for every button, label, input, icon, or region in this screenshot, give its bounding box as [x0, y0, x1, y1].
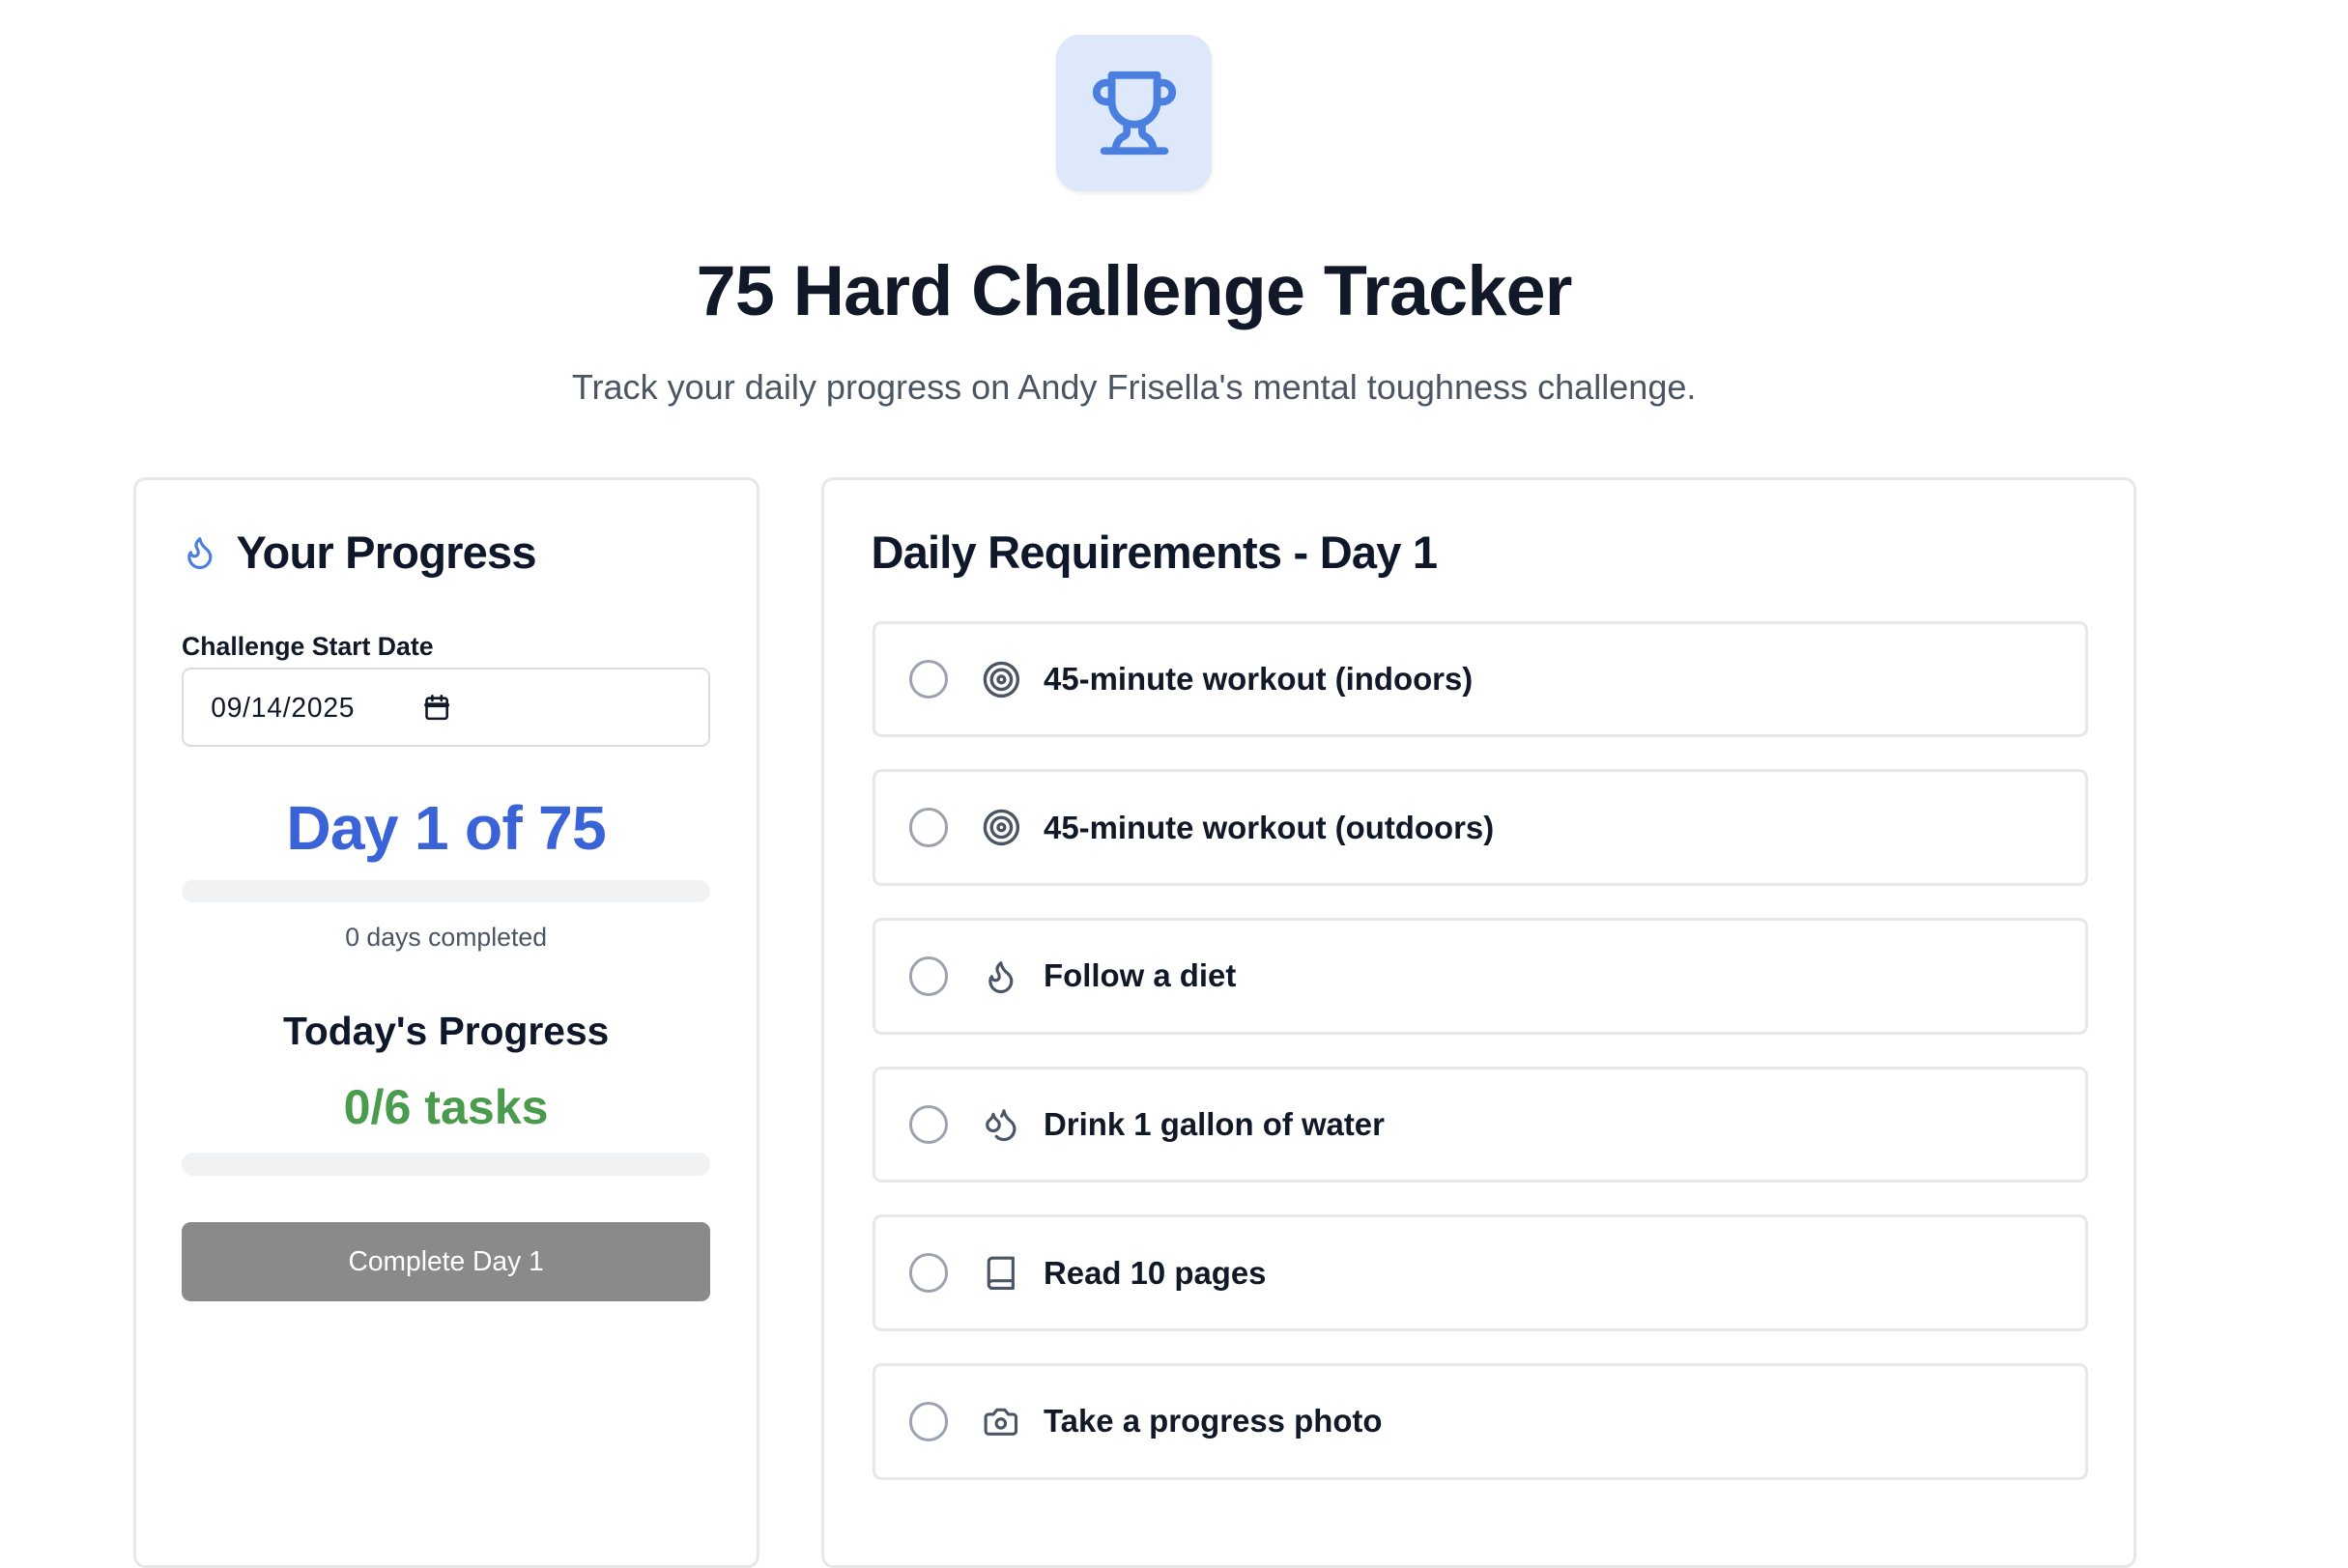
task-item-photo[interactable]: Take a progress photo	[873, 1363, 2088, 1480]
calendar-icon[interactable]	[423, 694, 450, 721]
days-completed-text: 0 days completed	[345, 922, 548, 952]
requirements-card: Daily Requirements - Day 1 45-minute wor…	[820, 476, 2136, 1568]
task-label: 45-minute workout (outdoors)	[1044, 809, 1495, 845]
today-progress-heading: Today's Progress	[282, 1009, 610, 1054]
task-checkbox[interactable]	[908, 1402, 949, 1441]
flame-icon	[988, 960, 1014, 993]
task-item-diet[interactable]: Follow a diet	[873, 918, 2088, 1035]
requirements-heading: Daily Requirements - Day 1	[871, 526, 1438, 578]
camera-icon	[984, 1408, 1018, 1436]
challenge-progress-bar	[182, 879, 711, 903]
task-checkbox[interactable]	[908, 1104, 949, 1145]
task-item-workout-outdoors[interactable]: 45-minute workout (outdoors)	[873, 769, 2088, 887]
start-date-value: 09/14/2025	[211, 691, 356, 723]
progress-heading: Your Progress	[182, 523, 537, 584]
today-progress-bar	[182, 1153, 711, 1176]
task-checkbox[interactable]	[908, 808, 949, 848]
book-icon	[988, 1256, 1016, 1290]
task-label: 45-minute workout (indoors)	[1044, 661, 1474, 698]
day-counter: Day 1 of 75	[286, 792, 607, 863]
task-label: Drink 1 gallon of water	[1044, 1106, 1385, 1143]
start-date-label: Challenge Start Date	[182, 631, 434, 661]
task-checkbox[interactable]	[908, 956, 949, 996]
target-icon	[983, 810, 1019, 846]
page-subtitle: Track your daily progress on Andy Frisel…	[571, 367, 1697, 408]
start-date-input[interactable]: 09/14/2025	[182, 668, 711, 747]
flame-icon	[187, 537, 213, 570]
task-item-water[interactable]: Drink 1 gallon of water	[873, 1066, 2088, 1183]
target-icon	[983, 661, 1019, 698]
page-title: 75 Hard Challenge Tracker	[696, 249, 1573, 330]
progress-heading-label: Your Progress	[236, 526, 536, 578]
task-item-read[interactable]: Read 10 pages	[873, 1214, 2088, 1332]
task-item-workout-indoors[interactable]: 45-minute workout (indoors)	[873, 620, 2088, 738]
task-checkbox[interactable]	[908, 1253, 949, 1294]
task-label: Follow a diet	[1044, 957, 1237, 994]
task-label: Take a progress photo	[1044, 1403, 1383, 1440]
tasks-count: 0/6 tasks	[343, 1079, 549, 1134]
task-checkbox[interactable]	[908, 659, 949, 699]
trophy-icon-tile	[1055, 35, 1213, 191]
trophy-icon	[1092, 71, 1176, 155]
complete-day-button[interactable]: Complete Day 1	[182, 1222, 711, 1301]
droplets-icon	[986, 1109, 1017, 1142]
task-label: Read 10 pages	[1044, 1254, 1267, 1291]
progress-card: Your Progress Challenge Start Date 09/14…	[132, 476, 759, 1568]
